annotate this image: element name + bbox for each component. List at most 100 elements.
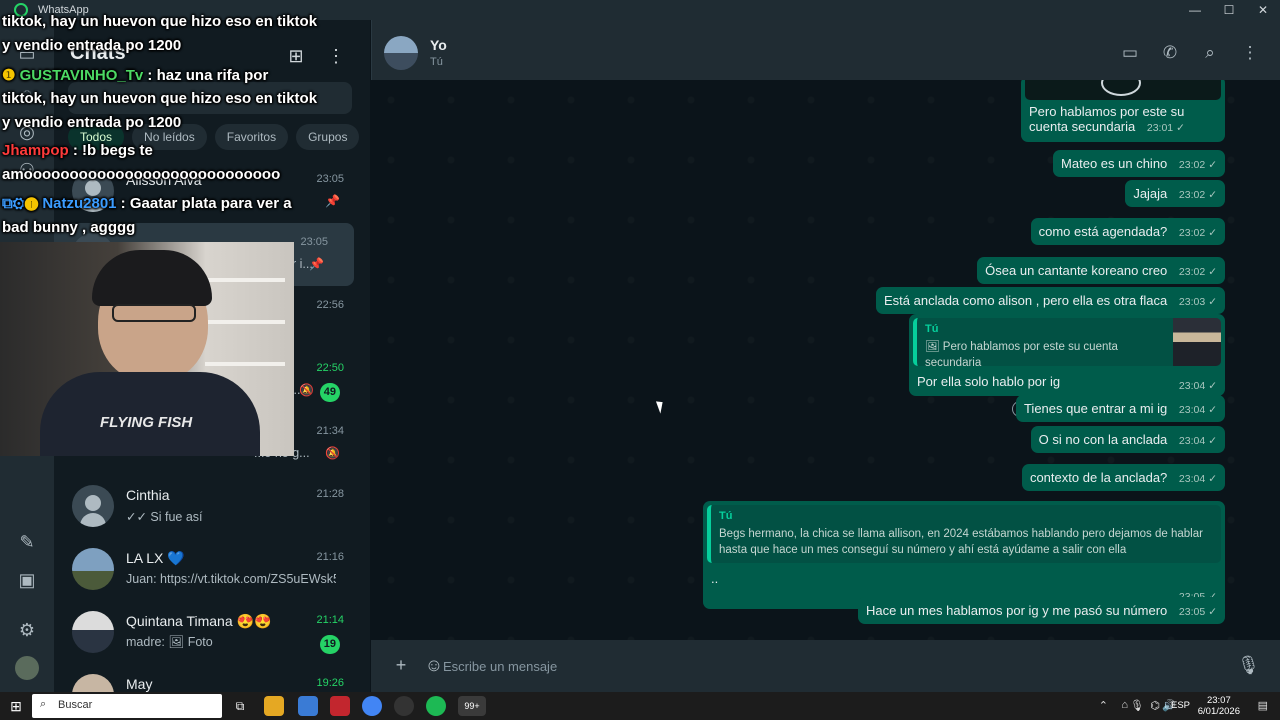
network-icon[interactable]: ⌬ <box>1150 699 1160 712</box>
windows-start-icon[interactable]: ⊞ <box>6 696 26 716</box>
emoji-sticker-icon[interactable]: ☺ <box>423 654 445 676</box>
file-explorer-icon[interactable] <box>264 696 284 716</box>
read-ticks-icon: ✓ <box>1208 473 1217 485</box>
chat-row[interactable]: LA LX 💙 21:16 Juan: https://vt.tiktok.co… <box>54 538 370 601</box>
contact-name[interactable]: Yo <box>430 37 447 53</box>
spotify-icon[interactable] <box>426 696 446 716</box>
quote-text: Begs hermano, la chica se llama allison,… <box>719 528 1203 556</box>
message-bubble[interactable]: Hace un mes hablamos por ig y me pasó su… <box>857 597 1225 624</box>
overlay-chat-line: ❶ GUSTAVINHO_Tv : haz una rifa por <box>2 67 269 84</box>
attach-plus-icon[interactable]: + <box>390 654 412 676</box>
unread-badge: 19 <box>319 635 340 654</box>
message-bubble[interactable]: Tienes que entrar a mi ig 23:04 ✓ <box>1015 395 1225 422</box>
message-bubble[interactable]: Ósea un cantante koreano creo 23:02 ✓ <box>977 257 1225 284</box>
quoted-message[interactable]: Tú Begs hermano, la chica se llama allis… <box>707 505 1221 563</box>
chat-time: 21:16 <box>316 551 344 563</box>
avatar <box>72 674 114 692</box>
voice-call-icon[interactable]: ✆ <box>1159 42 1181 64</box>
shirt-text: FLYING FISH <box>100 414 193 431</box>
unread-badge: 49 <box>319 383 340 402</box>
message-time: 23:01 <box>1146 122 1174 134</box>
quote-thumbnail <box>1173 318 1221 366</box>
video-call-icon[interactable]: ▭ <box>1119 42 1141 64</box>
language-indicator[interactable]: ESP <box>1171 700 1190 711</box>
read-ticks-icon: ✓ <box>1208 159 1217 171</box>
starred-icon[interactable]: ✎ <box>15 530 39 554</box>
notifications-icon[interactable]: ▤ <box>1258 699 1268 712</box>
contact-subtitle: Tú <box>430 56 443 68</box>
chat-preview: madre: 🖼 Foto <box>126 635 213 649</box>
message-bubble-reply[interactable]: Tú 🖼 Pero hablamos por este su cuenta se… <box>909 314 1225 396</box>
maximize-button[interactable]: ☐ <box>1212 0 1246 20</box>
message-bubble[interactable]: Pero hablamos por este su cuenta secunda… <box>1021 80 1225 142</box>
overlay-chat-line: tiktok, hay un huevon que hizo eso en ti… <box>2 13 318 30</box>
message-bubble[interactable]: contexto de la anclada? 23:04 ✓ <box>1021 464 1225 491</box>
overlay-chat-line: bad bunny , agggg <box>2 219 136 236</box>
message-text: Tienes que entrar a mi ig <box>1023 401 1168 416</box>
chrome-icon[interactable] <box>362 696 382 716</box>
message-text: Está anclada como alison , pero ella es … <box>884 293 1168 308</box>
message-text: Ósea un cantante koreano creo <box>985 263 1168 278</box>
message-text: O si no con la anclada <box>1038 432 1168 447</box>
menu-icon[interactable]: ⋮ <box>324 44 348 68</box>
contact-avatar[interactable] <box>384 36 418 70</box>
chat-preview: Juan: https://vt.tiktok.com/ZS5uEWsk5/ <box>126 572 336 586</box>
message-bubble[interactable]: Está anclada como alison , pero ella es … <box>876 287 1225 314</box>
settings-icon[interactable]: ⚙ <box>15 618 39 642</box>
message-time: 23:04 <box>1178 473 1206 485</box>
quoted-message[interactable]: Tú 🖼 Pero hablamos por este su cuenta se… <box>913 318 1221 369</box>
app-icon[interactable] <box>330 696 350 716</box>
microphone-icon[interactable]: 🎙 <box>1130 699 1144 712</box>
overlay-chat-line: ⧉⚙❶ Natzu2801 : Gaatar plata para ver a <box>2 195 292 212</box>
taskbar-search[interactable]: ⌕ Buscar <box>32 694 222 718</box>
message-bubble[interactable]: como está agendada? 23:02 ✓ <box>1030 218 1225 245</box>
message-bubble[interactable]: Jajaja 23:02 ✓ <box>1125 180 1225 207</box>
chat-time: 23:05 <box>300 236 328 248</box>
message-text: Mateo es un chino <box>1061 156 1168 171</box>
close-button[interactable]: ✕ <box>1246 0 1280 20</box>
new-chat-icon[interactable]: ⊞ <box>284 44 308 68</box>
menu-icon[interactable]: ⋮ <box>1239 42 1261 64</box>
app-icon[interactable] <box>298 696 318 716</box>
muted-icon: 🔕 <box>325 446 340 460</box>
overlay-chat-line: y vendio entrada po 1200 <box>2 37 182 54</box>
media-icon[interactable]: ▣ <box>15 568 39 592</box>
message-text: Hace un mes hablamos por ig y me pasó su… <box>865 603 1168 618</box>
muted-icon: 🔕 <box>299 383 314 397</box>
profile-avatar[interactable] <box>15 656 39 680</box>
task-view-icon[interactable]: ⧉ <box>230 696 250 716</box>
message-bubble[interactable]: Mateo es un chino 23:02 ✓ <box>1053 150 1225 177</box>
pin-icon: 📌 <box>309 257 324 271</box>
message-time: 23:05 <box>1178 606 1206 618</box>
whatsapp-taskbar-icon[interactable]: 99+ <box>458 696 486 716</box>
message-text: .. <box>711 571 719 586</box>
search-icon[interactable]: ⌕ <box>1199 42 1221 64</box>
message-input[interactable] <box>443 648 1223 684</box>
chat-row[interactable]: May 19:26 <box>54 664 370 692</box>
message-time: 23:04 <box>1178 380 1206 392</box>
read-ticks-icon: ✓ <box>1208 266 1217 278</box>
quote-author: Tú <box>925 323 939 335</box>
tray-chevron-icon[interactable]: ⌃ <box>1099 699 1108 712</box>
filter-favorites[interactable]: Favoritos <box>214 124 289 150</box>
chat-time: 21:28 <box>316 488 344 500</box>
search-icon: ⌕ <box>40 698 47 710</box>
message-bubble-reply[interactable]: Tú Begs hermano, la chica se llama allis… <box>703 501 1225 609</box>
message-area: Pero hablamos por este su cuenta secunda… <box>371 80 1280 640</box>
chat-preview: ✓✓ Si fue así <box>126 510 203 524</box>
microphone-icon[interactable]: 🎙 <box>1237 654 1260 676</box>
message-text: Por ella solo hablo por ig <box>917 374 1061 389</box>
chat-name: LA LX 💙 <box>126 550 185 566</box>
message-time: 23:02 <box>1178 227 1206 239</box>
chat-row[interactable]: Quintana Timana 😍😍 21:14 madre: 🖼 Foto 1… <box>54 601 370 664</box>
quote-text: 🖼 Pero hablamos por este su cuenta secun… <box>925 341 1118 369</box>
tray-icon[interactable]: ⌂ <box>1121 699 1128 711</box>
avatar <box>72 548 114 590</box>
app-icon[interactable] <box>394 696 414 716</box>
minimize-button[interactable]: — <box>1178 0 1212 20</box>
taskbar-clock[interactable]: 23:07 6/01/2026 <box>1198 695 1240 717</box>
filter-groups[interactable]: Grupos <box>296 124 360 150</box>
chat-row[interactable]: Cinthia 21:28 ✓✓ Si fue así <box>54 475 370 538</box>
message-bubble[interactable]: O si no con la anclada 23:04 ✓ <box>1030 426 1225 453</box>
read-ticks-icon: ✓ <box>1208 296 1217 308</box>
